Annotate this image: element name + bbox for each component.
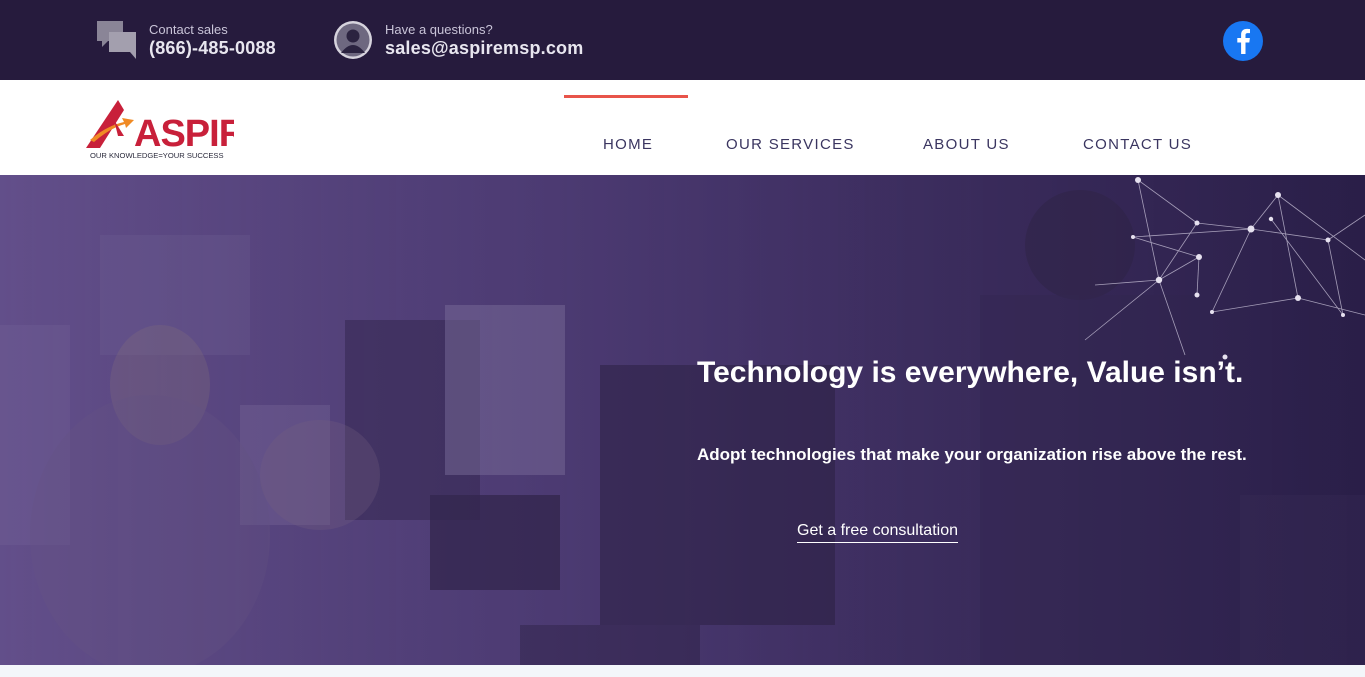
aspire-logo[interactable]: ASPIRE OUR KNOWLEDGE=YOUR SUCCESS: [84, 96, 270, 162]
nav-home[interactable]: HOME: [603, 136, 653, 153]
email-label: Have a questions?: [385, 21, 493, 37]
user-avatar-icon: [332, 19, 374, 61]
chat-bubbles-icon: [96, 19, 138, 61]
sales-email[interactable]: sales@aspiremsp.com: [385, 37, 583, 59]
contact-sales[interactable]: Contact sales (866)-485-0088: [96, 19, 276, 61]
main-navbar: ASPIRE OUR KNOWLEDGE=YOUR SUCCESS HOME O…: [0, 80, 1365, 175]
nav-about-us[interactable]: ABOUT US: [923, 136, 1010, 153]
nav-our-services[interactable]: OUR SERVICES: [726, 136, 855, 153]
logo-wordmark: ASPIRE: [134, 113, 234, 155]
hero-subheadline: Adopt technologies that make your organi…: [697, 445, 1247, 464]
top-contact-bar: Contact sales (866)-485-0088 Have a ques…: [0, 0, 1365, 80]
nav-active-indicator: [564, 95, 688, 98]
contact-sales-label: Contact sales: [149, 21, 228, 37]
free-consultation-link[interactable]: Get a free consultation: [797, 522, 958, 543]
sales-phone[interactable]: (866)-485-0088: [149, 37, 276, 59]
hero-banner: Technology is everywhere, Value isn’t. A…: [0, 175, 1365, 665]
hero-headline: Technology is everywhere, Value isn’t.: [697, 356, 1244, 389]
logo-tagline: OUR KNOWLEDGE=YOUR SUCCESS: [90, 151, 224, 160]
nav-contact-us[interactable]: CONTACT US: [1083, 136, 1192, 153]
network-graphic: [1084, 177, 1365, 360]
facebook-icon[interactable]: [1223, 21, 1263, 61]
contact-email[interactable]: Have a questions? sales@aspiremsp.com: [332, 19, 583, 61]
section-divider: [0, 665, 1365, 677]
